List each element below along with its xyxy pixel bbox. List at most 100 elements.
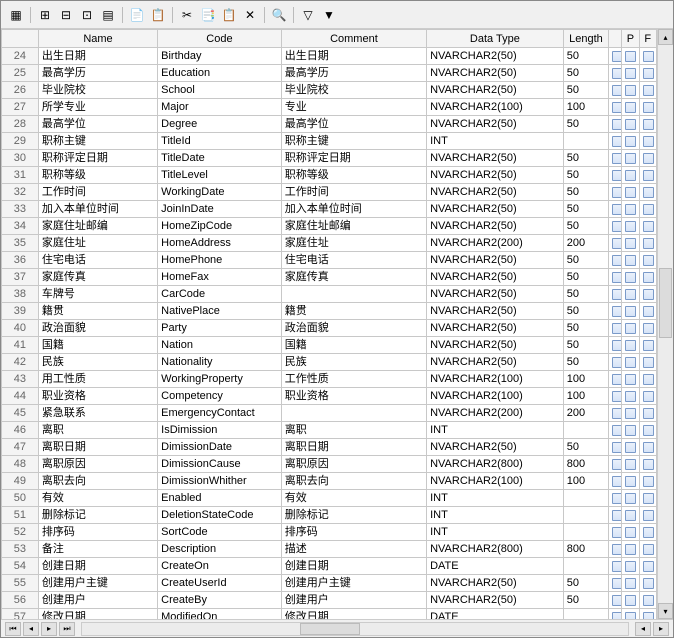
checkbox-icon[interactable]: [625, 238, 636, 249]
cell-p[interactable]: [622, 269, 639, 286]
checkbox-icon[interactable]: [643, 476, 654, 487]
scroll-track[interactable]: [658, 45, 673, 603]
cell-name[interactable]: 职称评定日期: [38, 150, 157, 167]
cell-name[interactable]: 职业资格: [38, 388, 157, 405]
cell-p[interactable]: [622, 320, 639, 337]
checkbox-icon[interactable]: [625, 544, 636, 555]
cell-f[interactable]: [639, 82, 656, 99]
cell-code[interactable]: JoinInDate: [158, 201, 282, 218]
cell-code[interactable]: Description: [158, 541, 282, 558]
cell-len[interactable]: 50: [563, 269, 609, 286]
checkbox-icon[interactable]: [643, 272, 654, 283]
cell-code[interactable]: WorkingProperty: [158, 371, 282, 388]
checkbox-icon[interactable]: [625, 51, 636, 62]
checkbox-icon[interactable]: [643, 527, 654, 538]
checkbox-icon[interactable]: [612, 289, 622, 300]
cell-p[interactable]: [622, 456, 639, 473]
checkbox-icon[interactable]: [625, 255, 636, 266]
cell-p[interactable]: [622, 371, 639, 388]
row-number[interactable]: 31: [2, 167, 39, 184]
checkbox-icon[interactable]: [612, 578, 622, 589]
cell-f[interactable]: [639, 371, 656, 388]
checkbox-icon[interactable]: [625, 510, 636, 521]
find-icon[interactable]: 🔍: [270, 6, 288, 24]
row-number[interactable]: 38: [2, 286, 39, 303]
cell-len[interactable]: 800: [563, 541, 609, 558]
cell-name[interactable]: 删除标记: [38, 507, 157, 524]
cell-f[interactable]: [639, 218, 656, 235]
cell-dtype[interactable]: INT: [427, 507, 564, 524]
cell-p[interactable]: [622, 116, 639, 133]
cell-p[interactable]: [622, 422, 639, 439]
checkbox-icon[interactable]: [625, 374, 636, 385]
checkbox-icon[interactable]: [643, 442, 654, 453]
cell-len[interactable]: 100: [563, 473, 609, 490]
row-number[interactable]: 29: [2, 133, 39, 150]
cell-code[interactable]: DimissionWhither: [158, 473, 282, 490]
checkbox-icon[interactable]: [625, 340, 636, 351]
cell-len[interactable]: 50: [563, 116, 609, 133]
cell-name[interactable]: 家庭住址邮编: [38, 218, 157, 235]
scroll-down-icon[interactable]: ▾: [658, 603, 673, 619]
hscroll-thumb[interactable]: [300, 623, 360, 635]
cell-name[interactable]: 创建用户主键: [38, 575, 157, 592]
cell-code[interactable]: Nationality: [158, 354, 282, 371]
grid-icon[interactable]: ▦: [7, 6, 25, 24]
cell-f[interactable]: [639, 405, 656, 422]
cell-f[interactable]: [639, 422, 656, 439]
cell-name[interactable]: 紧急联系: [38, 405, 157, 422]
cell-p[interactable]: [622, 575, 639, 592]
cell-comment[interactable]: 住宅电话: [281, 252, 426, 269]
cell-comment[interactable]: 专业: [281, 99, 426, 116]
cell-len[interactable]: 50: [563, 167, 609, 184]
cell-code[interactable]: HomeAddress: [158, 235, 282, 252]
cell-name[interactable]: 修改日期: [38, 609, 157, 620]
checkbox-icon[interactable]: [643, 221, 654, 232]
cell-name[interactable]: 创建用户: [38, 592, 157, 609]
table-row[interactable]: 45紧急联系EmergencyContactNVARCHAR2(200)200: [2, 405, 657, 422]
cell-name[interactable]: 离职原因: [38, 456, 157, 473]
checkbox-icon[interactable]: [612, 51, 622, 62]
cell-name[interactable]: 毕业院校: [38, 82, 157, 99]
copy-icon[interactable]: 📑: [199, 6, 217, 24]
cell-p[interactable]: [622, 609, 639, 620]
checkbox-icon[interactable]: [643, 493, 654, 504]
table-row[interactable]: 44职业资格Competency职业资格NVARCHAR2(100)100: [2, 388, 657, 405]
row-number[interactable]: 53: [2, 541, 39, 558]
checkbox-icon[interactable]: [625, 595, 636, 606]
cell-p[interactable]: [622, 490, 639, 507]
cell-dtype[interactable]: INT: [427, 133, 564, 150]
cell-comment[interactable]: 职业资格: [281, 388, 426, 405]
cell-f[interactable]: [639, 184, 656, 201]
cell-name[interactable]: 车牌号: [38, 286, 157, 303]
checkbox-icon[interactable]: [643, 357, 654, 368]
cell-len[interactable]: 100: [563, 371, 609, 388]
cell-f[interactable]: [639, 320, 656, 337]
cell-len[interactable]: [563, 490, 609, 507]
cell-comment[interactable]: 离职日期: [281, 439, 426, 456]
cell-dtype[interactable]: NVARCHAR2(50): [427, 592, 564, 609]
cell-f[interactable]: [639, 133, 656, 150]
table-row[interactable]: 30职称评定日期TitleDate职称评定日期NVARCHAR2(50)50: [2, 150, 657, 167]
checkbox-icon[interactable]: [625, 85, 636, 96]
cell-dtype[interactable]: NVARCHAR2(800): [427, 541, 564, 558]
table-row[interactable]: 43用工性质WorkingProperty工作性质NVARCHAR2(100)1…: [2, 371, 657, 388]
checkbox-icon[interactable]: [625, 221, 636, 232]
cell-len[interactable]: 50: [563, 337, 609, 354]
nav-prev-icon[interactable]: ◂: [23, 622, 39, 636]
table-row[interactable]: 32工作时间WorkingDate工作时间NVARCHAR2(50)50: [2, 184, 657, 201]
cell-code[interactable]: TitleId: [158, 133, 282, 150]
filter-icon[interactable]: ▽: [299, 6, 317, 24]
checkbox-icon[interactable]: [612, 68, 622, 79]
table-row[interactable]: 48离职原因DimissionCause离职原因NVARCHAR2(800)80…: [2, 456, 657, 473]
cell-f[interactable]: [639, 541, 656, 558]
row-number[interactable]: 50: [2, 490, 39, 507]
cell-name[interactable]: 有效: [38, 490, 157, 507]
cell-f[interactable]: [639, 116, 656, 133]
cell-dtype[interactable]: NVARCHAR2(50): [427, 575, 564, 592]
cell-dtype[interactable]: NVARCHAR2(200): [427, 235, 564, 252]
cell-p[interactable]: [622, 150, 639, 167]
table-row[interactable]: 54创建日期CreateOn创建日期DATE: [2, 558, 657, 575]
cell-p[interactable]: [622, 592, 639, 609]
checkbox-icon[interactable]: [612, 170, 622, 181]
